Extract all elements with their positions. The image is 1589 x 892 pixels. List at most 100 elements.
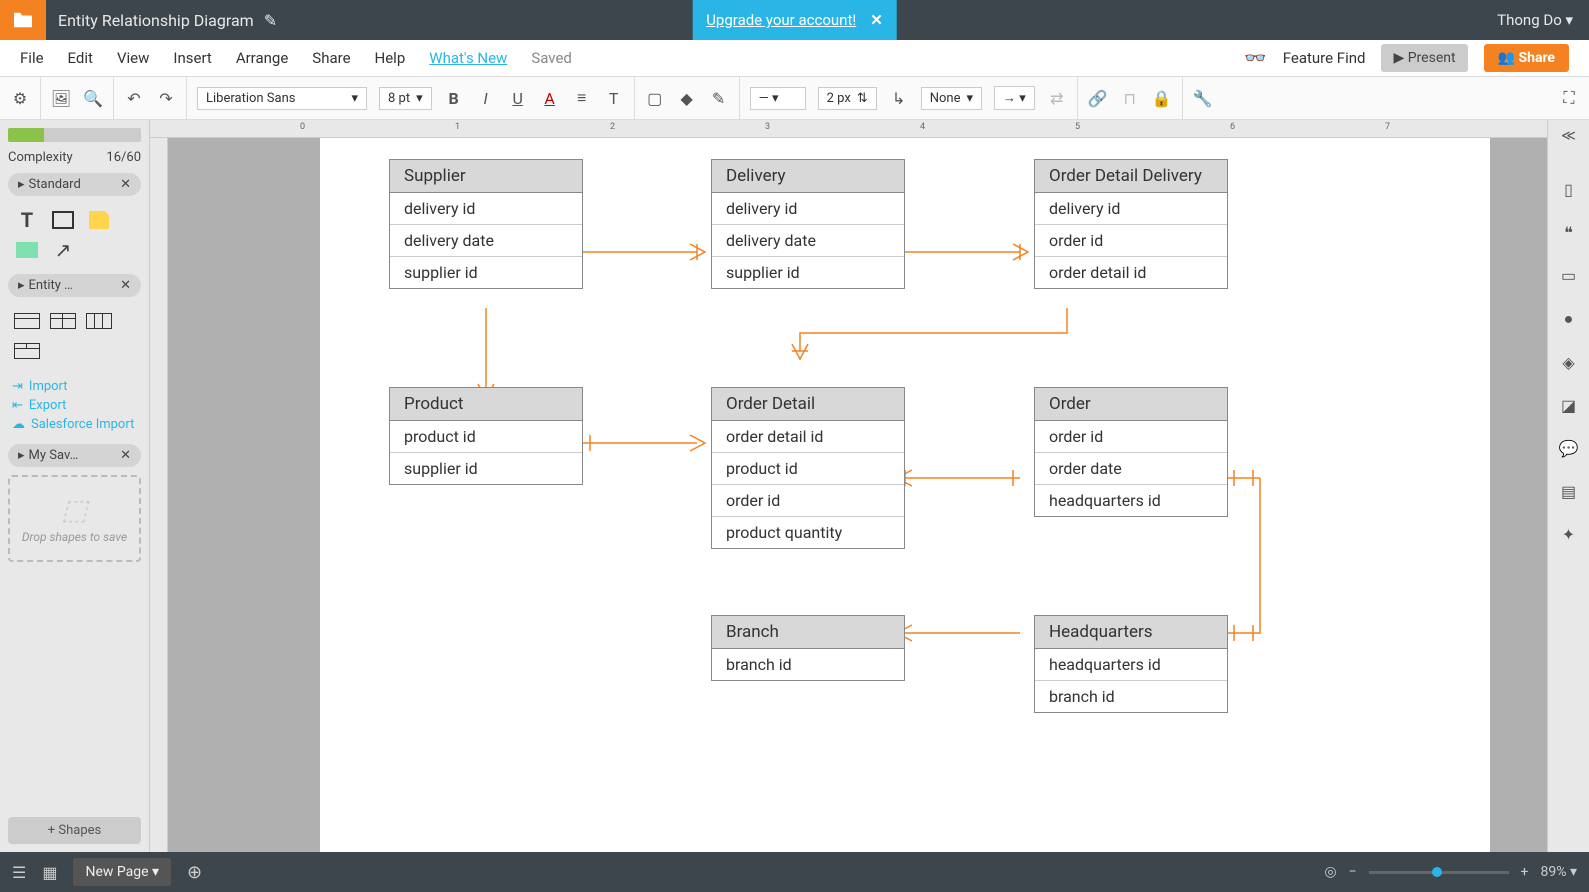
menu-view[interactable]: View [117, 49, 149, 67]
swap-arrows-icon[interactable]: ⇄ [1047, 88, 1067, 108]
entity-branch[interactable]: Branch branch id [711, 615, 905, 681]
document-title[interactable]: Entity Relationship Diagram [58, 11, 254, 30]
entity-field[interactable]: supplier id [712, 257, 904, 288]
paper[interactable]: Supplier delivery id delivery date suppl… [320, 138, 1490, 852]
clock-icon[interactable]: ● [1564, 309, 1574, 329]
panel-entity[interactable]: ▸ Entity …✕ [8, 274, 141, 297]
entity-shape-1-icon[interactable] [12, 309, 42, 333]
entity-field[interactable]: delivery date [712, 225, 904, 257]
shapes-button[interactable]: + Shapes [8, 817, 141, 844]
entity-field[interactable]: order date [1035, 453, 1227, 485]
salesforce-link[interactable]: ☁Salesforce Import [12, 417, 137, 432]
entity-header[interactable]: Product [390, 388, 582, 421]
menu-edit[interactable]: Edit [68, 49, 93, 67]
underline-icon[interactable]: U [508, 88, 528, 108]
panel-standard[interactable]: ▸ Standard✕ [8, 173, 141, 196]
line-style-select[interactable]: — ▾ [750, 87, 806, 110]
entity-field[interactable]: supplier id [390, 453, 582, 484]
gear-icon[interactable]: ⚙ [10, 88, 30, 108]
menu-insert[interactable]: Insert [173, 49, 211, 67]
menu-arrange[interactable]: Arrange [236, 49, 288, 67]
add-page-icon[interactable]: ⊕ [187, 862, 202, 883]
entity-field[interactable]: supplier id [390, 257, 582, 288]
page-icon[interactable]: ▯ [1564, 180, 1573, 199]
entity-headquarters[interactable]: Headquarters headquarters id branch id [1034, 615, 1228, 713]
arrow-end-select[interactable]: → ▾ [994, 86, 1035, 110]
entity-header[interactable]: Order Detail Delivery [1035, 160, 1227, 193]
collapse-right-icon[interactable]: ≪ [1561, 128, 1576, 144]
share-button[interactable]: 👥 Share [1484, 44, 1569, 72]
entity-field[interactable]: order detail id [712, 421, 904, 453]
align-icon[interactable]: ≡ [572, 88, 592, 108]
entity-header[interactable]: Branch [712, 616, 904, 649]
entity-field[interactable]: branch id [712, 649, 904, 680]
note-shape-icon[interactable] [84, 208, 114, 232]
search-icon[interactable]: 🔍 [83, 88, 103, 108]
entity-order[interactable]: Order order id order date headquarters i… [1034, 387, 1228, 517]
wrench-icon[interactable]: 🔧 [1193, 88, 1213, 108]
entity-header[interactable]: Delivery [712, 160, 904, 193]
text-shape-icon[interactable]: T [12, 208, 42, 232]
fullscreen-icon[interactable]: ⛶ [1559, 88, 1579, 108]
list-view-icon[interactable]: ☰ [12, 863, 26, 882]
entity-product[interactable]: Product product id supplier id [389, 387, 583, 485]
lock-icon[interactable]: 🔒 [1152, 88, 1172, 108]
close-icon[interactable]: ✕ [120, 448, 131, 463]
menu-help[interactable]: Help [375, 49, 406, 67]
grid-view-icon[interactable]: ▦ [42, 863, 57, 882]
folder-icon[interactable] [0, 0, 46, 40]
screen-icon[interactable]: ▭ [1561, 266, 1576, 285]
font-select[interactable]: Liberation Sans▾ [197, 87, 367, 110]
fontsize-select[interactable]: 8 pt ▾ [379, 87, 432, 110]
rect-shape-icon[interactable] [48, 208, 78, 232]
arrow-start-select[interactable]: None ▾ [921, 87, 982, 110]
entity-header[interactable]: Order [1035, 388, 1227, 421]
entity-header[interactable]: Order Detail [712, 388, 904, 421]
italic-icon[interactable]: I [476, 88, 496, 108]
link-icon[interactable]: 🔗 [1088, 88, 1108, 108]
feature-find-label[interactable]: Feature Find [1283, 49, 1366, 67]
close-icon[interactable]: ✕ [120, 177, 131, 192]
export-link[interactable]: ⇤Export [12, 398, 137, 413]
text-color-icon[interactable]: A [540, 88, 560, 108]
image-icon[interactable]: 🖼 [51, 88, 71, 108]
entity-shape-3-icon[interactable] [84, 309, 114, 333]
menu-whatsnew[interactable]: What's New [429, 49, 507, 67]
entity-field[interactable]: delivery id [712, 193, 904, 225]
menu-share[interactable]: Share [312, 49, 350, 67]
zoom-level[interactable]: 89% ▾ [1541, 864, 1578, 880]
redo-icon[interactable]: ↷ [156, 88, 176, 108]
entity-field[interactable]: headquarters id [1035, 649, 1227, 681]
upgrade-close-icon[interactable]: ✕ [870, 11, 883, 29]
entity-field[interactable]: order id [1035, 225, 1227, 257]
entity-field[interactable]: delivery id [390, 193, 582, 225]
comment-icon[interactable]: 💬 [1559, 439, 1579, 458]
entity-delivery[interactable]: Delivery delivery id delivery date suppl… [711, 159, 905, 289]
arrow-shape-icon[interactable]: ↗ [48, 238, 78, 262]
entity-field[interactable]: product quantity [712, 517, 904, 548]
zoom-slider[interactable] [1369, 871, 1509, 874]
zoom-in-icon[interactable]: + [1521, 864, 1529, 880]
undo-icon[interactable]: ↶ [124, 88, 144, 108]
quote-icon[interactable]: ❝ [1564, 223, 1573, 242]
wand-icon[interactable]: ✦ [1562, 525, 1575, 544]
upgrade-link[interactable]: Upgrade your account! [706, 11, 856, 29]
entity-field[interactable]: delivery date [390, 225, 582, 257]
import-link[interactable]: ⇥Import [12, 379, 137, 394]
database-icon[interactable]: ▤ [1561, 482, 1576, 501]
entity-supplier[interactable]: Supplier delivery id delivery date suppl… [389, 159, 583, 289]
shapes-dropzone[interactable]: ⬚ Drop shapes to save [8, 475, 141, 562]
close-icon[interactable]: ✕ [120, 278, 131, 293]
entity-field[interactable]: order id [1035, 421, 1227, 453]
entity-shape-2-icon[interactable] [48, 309, 78, 333]
connector-type-icon[interactable]: ↳ [889, 88, 909, 108]
entity-field[interactable]: order id [712, 485, 904, 517]
zoom-out-icon[interactable]: − [1349, 864, 1357, 880]
fill-icon[interactable]: ◆ [677, 88, 697, 108]
present-button[interactable]: ▶ Present [1381, 44, 1467, 72]
binoculars-icon[interactable]: 👓 [1244, 48, 1266, 69]
new-page-button[interactable]: New Page ▾ [73, 858, 171, 886]
line-color-icon[interactable]: ✎ [709, 88, 729, 108]
entity-field[interactable]: product id [390, 421, 582, 453]
magnet-icon[interactable]: ⊓ [1120, 88, 1140, 108]
